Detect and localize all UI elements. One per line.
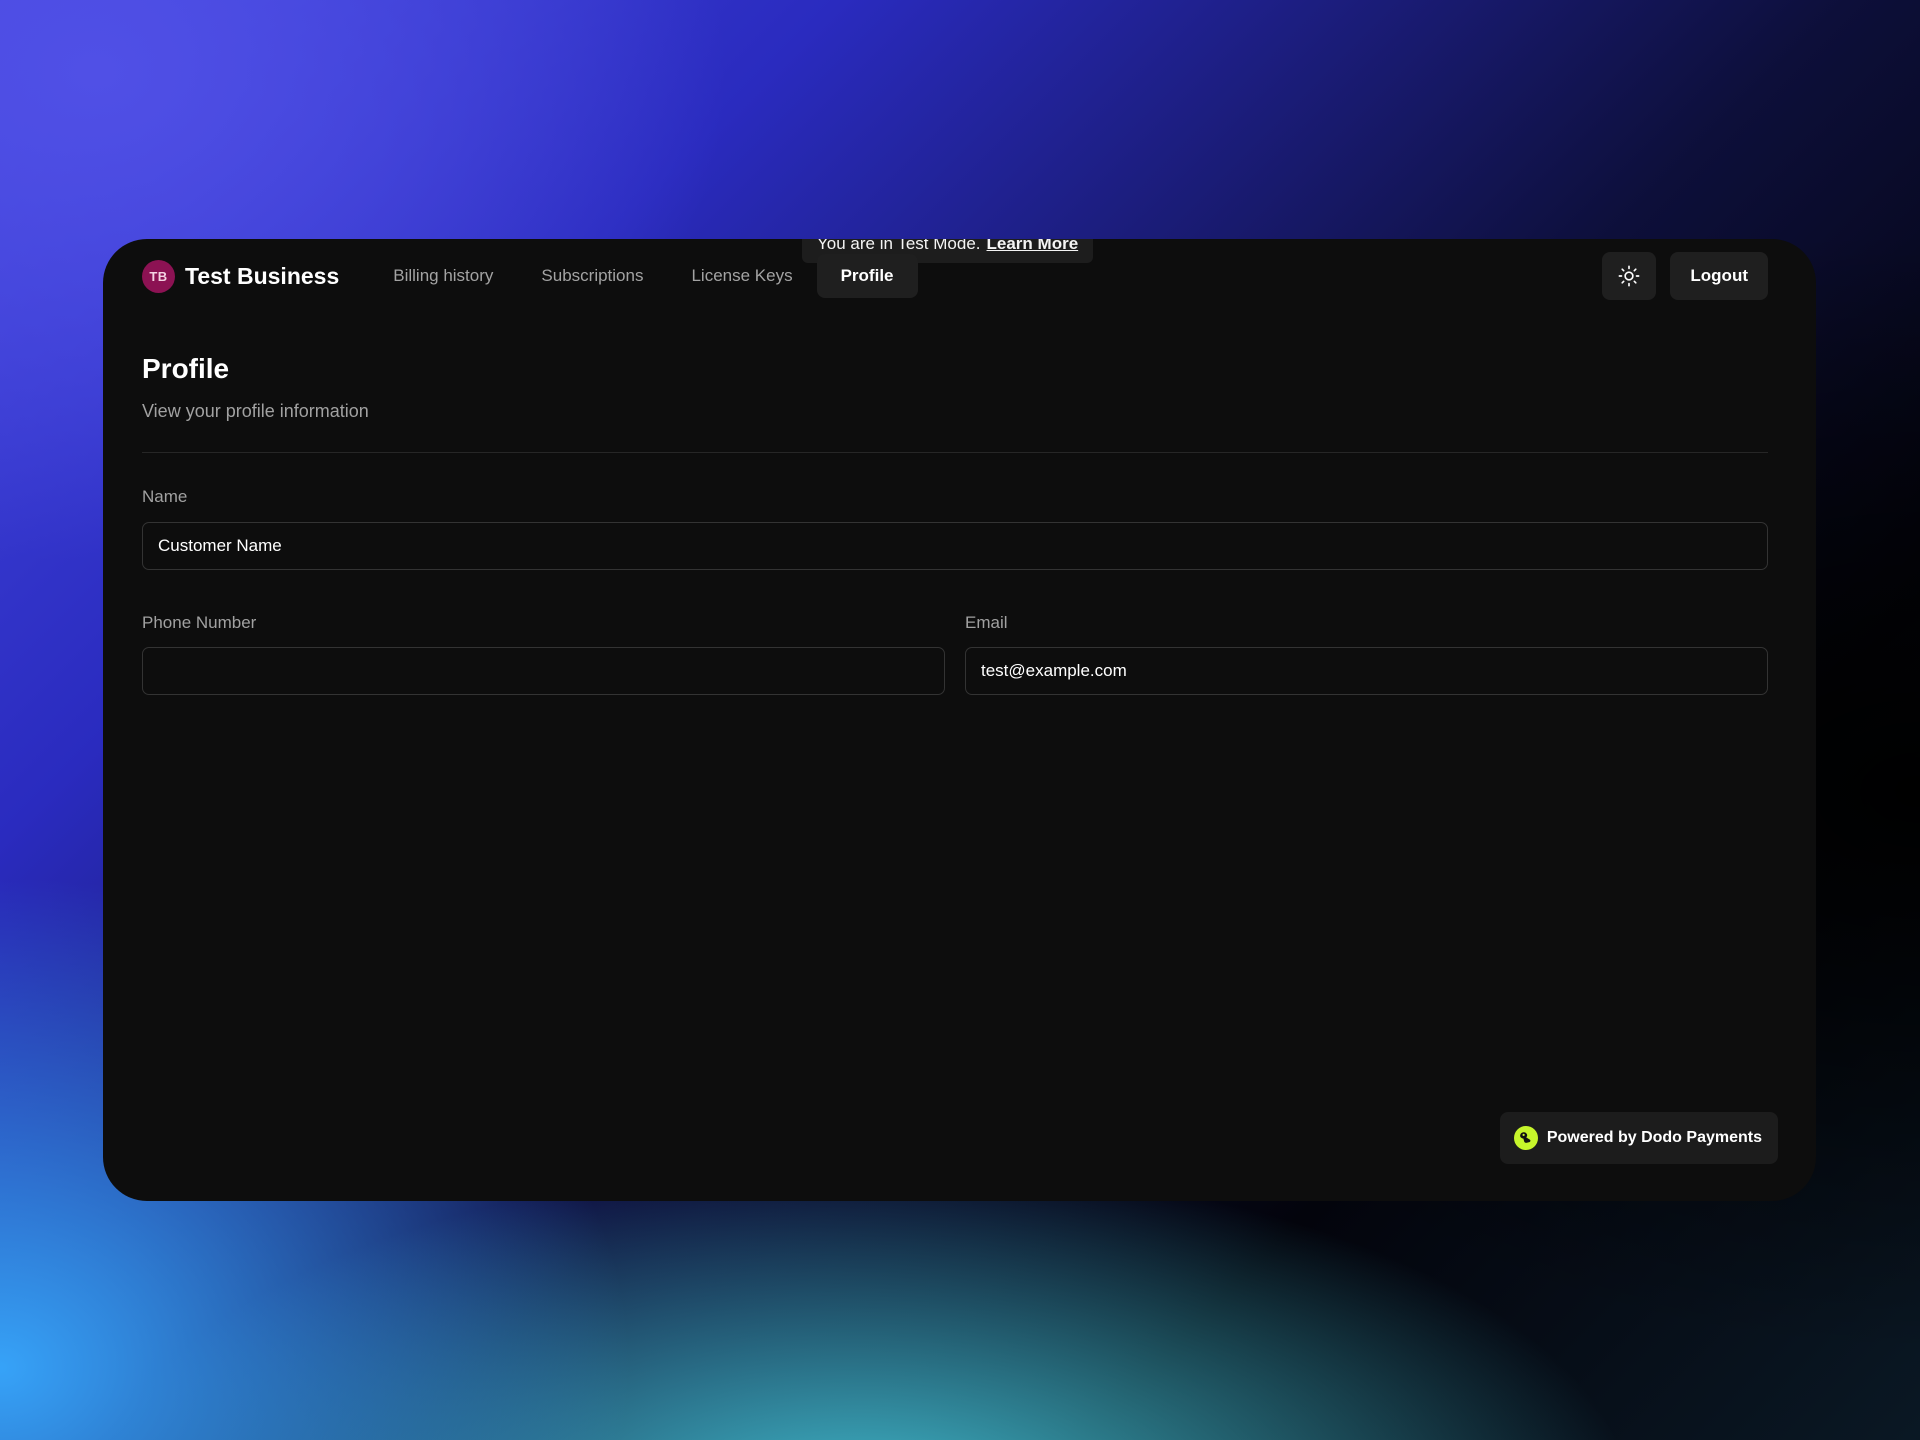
top-navigation: TB Test Business Billing history Subscri… — [142, 251, 1768, 301]
page-subtitle: View your profile information — [142, 401, 369, 421]
section-divider — [142, 452, 1768, 453]
business-avatar: TB — [142, 259, 175, 293]
topbar-actions: Logout — [1602, 252, 1768, 300]
powered-by-label: Powered by Dodo Payments — [1546, 1129, 1762, 1146]
name-label: Name — [142, 487, 188, 506]
phone-field[interactable] — [142, 647, 945, 695]
dodo-payments-logo-icon — [1513, 1126, 1538, 1150]
page-title: Profile — [142, 353, 230, 384]
logout-button[interactable]: Logout — [1670, 252, 1768, 300]
portal-card: You are in Test Mode. Learn More TB Test… — [103, 239, 1816, 1201]
brand: TB Test Business — [142, 259, 340, 293]
phone-label: Phone Number — [142, 613, 257, 632]
tab-billing-history[interactable]: Billing history — [369, 254, 517, 298]
email-field[interactable] — [965, 647, 1768, 695]
nav-tabs: Billing history Subscriptions License Ke… — [369, 254, 918, 298]
tab-subscriptions[interactable]: Subscriptions — [517, 254, 667, 298]
tab-license-keys[interactable]: License Keys — [667, 254, 816, 298]
theme-toggle-button[interactable] — [1602, 252, 1657, 300]
powered-by-badge[interactable]: Powered by Dodo Payments — [1499, 1112, 1778, 1164]
email-label: Email — [965, 613, 1008, 632]
tab-profile[interactable]: Profile — [816, 254, 918, 298]
sun-icon — [1618, 265, 1640, 287]
business-name: Test Business — [185, 262, 340, 289]
name-field[interactable] — [142, 522, 1768, 570]
